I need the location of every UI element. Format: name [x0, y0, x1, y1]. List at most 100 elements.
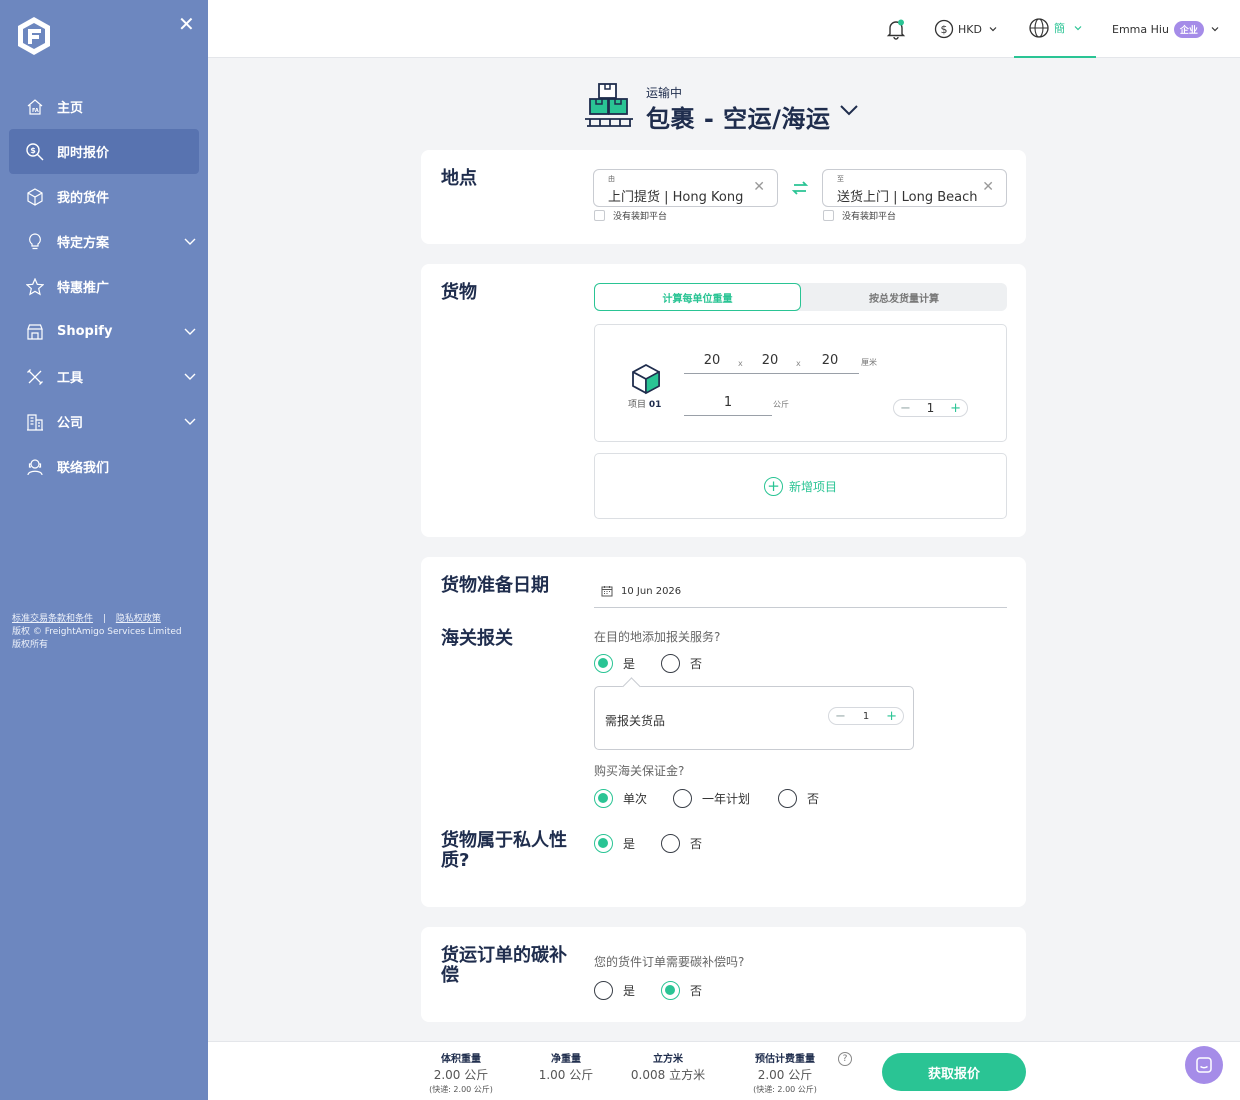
- customs-goods-qty[interactable]: 1: [863, 711, 869, 722]
- checkbox-box[interactable]: [594, 210, 605, 221]
- radio-selected[interactable]: [594, 654, 613, 673]
- decrement-button[interactable]: −: [835, 709, 846, 724]
- decrement-button[interactable]: −: [900, 401, 911, 416]
- destination-no-dock-checkbox[interactable]: 没有装卸平台: [823, 209, 896, 222]
- building-icon: [24, 411, 46, 433]
- origin-no-dock-checkbox[interactable]: 没有装卸平台: [594, 209, 667, 222]
- carbon-offset-card: 货运订单的碳补偿 您的货件订单需要碳补偿吗? 是 否: [421, 927, 1026, 1022]
- destination-value: 送货上门 | Long Beach: [837, 190, 978, 205]
- radio-unselected[interactable]: [778, 789, 797, 808]
- sidebar-item-home[interactable]: FA 主页: [9, 84, 199, 129]
- sidebar: ✕ FA 主页 $ 即时报价 我的货件 特定方案 特惠推广 Shopify 工具…: [0, 0, 208, 1100]
- clear-destination-icon[interactable]: ✕: [982, 179, 994, 195]
- private-yes-radio[interactable]: 是: [594, 834, 635, 853]
- customs-no-radio[interactable]: 否: [661, 654, 702, 673]
- customs-goods-stepper: − 1 +: [828, 707, 904, 725]
- sidebar-item-label: Shopify: [57, 324, 113, 339]
- weight-input[interactable]: 1: [713, 395, 743, 410]
- freightamigo-logo-icon[interactable]: [16, 16, 52, 56]
- radio-unselected[interactable]: [594, 981, 613, 1000]
- currency-selector[interactable]: $ HKD: [934, 0, 998, 58]
- clear-origin-icon[interactable]: ✕: [753, 179, 765, 195]
- ready-date-input[interactable]: 10 Jun 2026: [601, 585, 681, 597]
- height-input[interactable]: 20: [815, 353, 845, 368]
- add-item-button[interactable]: + 新增项目: [594, 453, 1007, 519]
- quantity-stepper: − 1 +: [893, 399, 968, 417]
- support-icon: [24, 456, 46, 478]
- sidebar-item-tools[interactable]: 工具: [9, 354, 199, 399]
- chevron-down-icon[interactable]: [183, 414, 197, 428]
- length-input[interactable]: 20: [697, 353, 727, 368]
- swap-icon[interactable]: [791, 179, 809, 197]
- sidebar-item-instant-quote[interactable]: $ 即时报价: [9, 129, 199, 174]
- add-item-label: 新增项目: [788, 479, 837, 494]
- width-input[interactable]: 20: [755, 353, 785, 368]
- sidebar-item-contact-us[interactable]: 联络我们: [9, 444, 199, 489]
- tab-per-unit[interactable]: 计算每单位重量: [594, 283, 801, 311]
- privacy-link[interactable]: 隐私权政策: [116, 614, 161, 624]
- stat-value: 1.00 公斤: [538, 1068, 594, 1082]
- parcel-shipment-icon: [585, 83, 633, 127]
- carbon-question: 您的货件订单需要碳补偿吗?: [594, 955, 745, 969]
- dims-underline: [684, 373, 859, 374]
- terms-link[interactable]: 标准交易条款和条件: [12, 614, 93, 624]
- sidebar-item-special-plans[interactable]: 特定方案: [9, 219, 199, 264]
- item-label-prefix: 项目: [628, 400, 647, 410]
- sidebar-item-my-shipments[interactable]: 我的货件: [9, 174, 199, 219]
- box-icon: [24, 186, 46, 208]
- private-goods-title: 货物属于私人性质?: [441, 830, 567, 871]
- customs-yes-radio[interactable]: 是: [594, 654, 635, 673]
- radio-selected[interactable]: [594, 789, 613, 808]
- chevron-down-icon[interactable]: [183, 324, 197, 338]
- bond-annual-radio[interactable]: 一年计划: [673, 789, 750, 808]
- chat-launcher-button[interactable]: [1185, 1046, 1223, 1084]
- increment-button[interactable]: +: [950, 401, 961, 416]
- radio-selected[interactable]: [661, 981, 680, 1000]
- customs-question: 在目的地添加报关服务?: [594, 630, 721, 644]
- origin-field[interactable]: 由 上门提货 | Hong Kong ✕: [593, 169, 778, 207]
- quantity-value[interactable]: 1: [927, 401, 935, 415]
- date-underline: [594, 607, 1007, 608]
- enterprise-badge: 企业: [1173, 20, 1204, 38]
- radio-label: 否: [690, 837, 703, 851]
- radio-unselected[interactable]: [661, 834, 680, 853]
- help-icon[interactable]: ?: [838, 1052, 852, 1066]
- legal-footer: 标准交易条款和条件 | 隐私权政策 版权 © FreightAmigo Serv…: [12, 613, 202, 652]
- sidebar-item-promotions[interactable]: 特惠推广: [9, 264, 199, 309]
- get-quote-button[interactable]: 获取报价: [882, 1053, 1026, 1091]
- carbon-yes-radio[interactable]: 是: [594, 981, 635, 1000]
- bond-no-radio[interactable]: 否: [778, 789, 819, 808]
- bond-single-radio[interactable]: 单次: [594, 789, 647, 808]
- sidebar-item-label: 工具: [57, 371, 84, 386]
- destination-field[interactable]: 至 送货上门 | Long Beach ✕: [822, 169, 1007, 207]
- radio-selected[interactable]: [594, 834, 613, 853]
- chevron-down-icon[interactable]: [183, 369, 197, 383]
- tab-total-shipment[interactable]: 按总发货量计算: [801, 283, 1007, 311]
- user-menu[interactable]: Emma Hiu 企业: [1112, 0, 1220, 58]
- svg-text:$: $: [30, 146, 36, 155]
- close-sidebar-icon[interactable]: ✕: [178, 14, 195, 34]
- language-selector[interactable]: 簡: [1014, 0, 1096, 58]
- stat-sub: (快递: 2.00 公斤): [753, 1085, 817, 1094]
- sidebar-item-label: 即时报价: [57, 146, 110, 161]
- stat-label: 净重量: [551, 1054, 581, 1065]
- service-chevron-down-icon[interactable]: [839, 103, 859, 117]
- sidebar-item-shopify[interactable]: Shopify: [9, 309, 199, 354]
- private-no-radio[interactable]: 否: [661, 834, 702, 853]
- language-label: 簡: [1054, 22, 1065, 35]
- carbon-no-radio[interactable]: 否: [661, 981, 702, 1000]
- radio-label: 否: [690, 984, 703, 998]
- currency-label: HKD: [958, 22, 982, 36]
- sidebar-item-company[interactable]: 公司: [9, 399, 199, 444]
- radio-unselected[interactable]: [673, 789, 692, 808]
- tools-icon: [24, 366, 46, 388]
- checkbox-box[interactable]: [823, 210, 834, 221]
- chevron-down-icon[interactable]: [183, 234, 197, 248]
- globe-icon: [1029, 18, 1049, 38]
- legal-separator: |: [102, 614, 106, 624]
- notifications-button[interactable]: [885, 0, 907, 58]
- radio-unselected[interactable]: [661, 654, 680, 673]
- increment-button[interactable]: +: [886, 709, 897, 724]
- customs-goods-label: 需报关货品: [605, 714, 666, 728]
- details-card: 货物准备日期 10 Jun 2026 海关报关 在目的地添加报关服务? 是 否 …: [421, 557, 1026, 907]
